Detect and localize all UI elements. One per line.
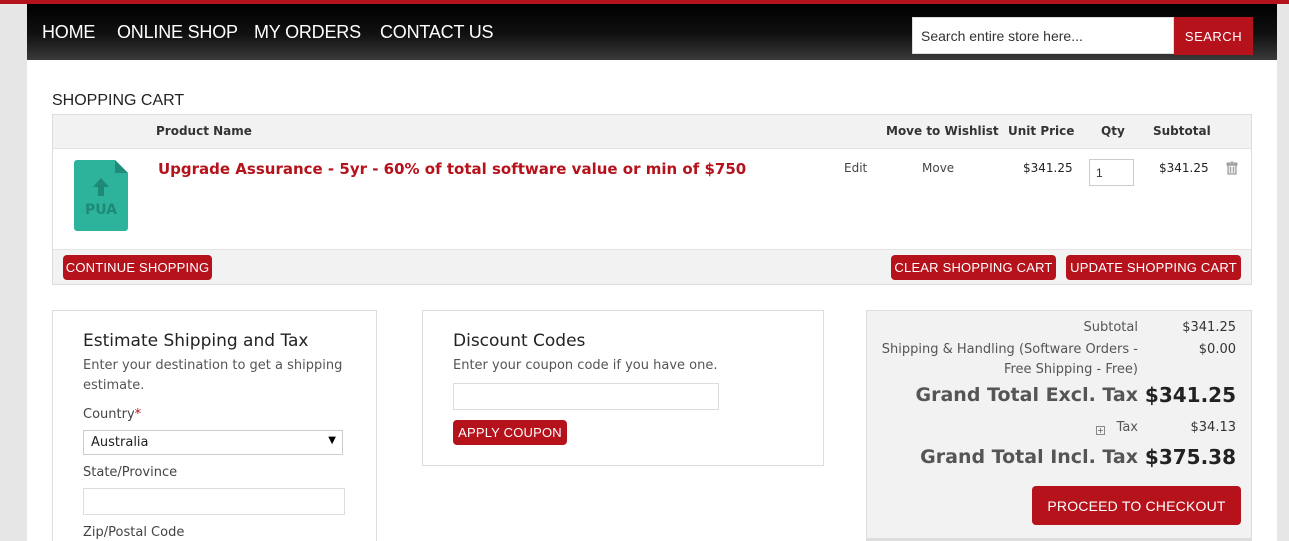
nav-online-shop[interactable]: ONLINE SHOP: [117, 22, 238, 43]
shipping-panel-description: Enter your destination to get a shipping…: [83, 358, 343, 393]
nav-home[interactable]: HOME: [42, 22, 95, 43]
grand-total-incl-value: $375.38: [1144, 445, 1236, 469]
coupon-code-input[interactable]: [453, 383, 719, 410]
nav-my-orders[interactable]: MY ORDERS: [254, 22, 361, 43]
state-input[interactable]: [83, 488, 345, 515]
chevron-down-icon: ▼: [328, 435, 336, 446]
edit-link[interactable]: Edit: [844, 161, 867, 175]
country-select[interactable]: Australia ▼: [83, 430, 343, 455]
search-input[interactable]: [912, 17, 1174, 54]
subtotal-label: Subtotal: [1083, 320, 1138, 335]
clear-cart-button[interactable]: CLEAR SHOPPING CART: [891, 255, 1056, 280]
header-unit-price: Unit Price: [1008, 124, 1075, 138]
cart-table-header: Product Name Move to Wishlist Unit Price…: [53, 115, 1251, 149]
qty-input[interactable]: [1089, 159, 1134, 186]
shipping-label-line1: Shipping & Handling (Software Orders -: [881, 342, 1138, 357]
thumbnail-label: PUA: [84, 202, 118, 218]
expand-plus-icon[interactable]: +: [1096, 426, 1105, 435]
country-select-value: Australia: [91, 435, 149, 450]
top-navigation: HOME ONLINE SHOP MY ORDERS CONTACT US SE…: [27, 4, 1277, 60]
header-move-to-wishlist: Move to Wishlist: [886, 124, 999, 138]
required-mark: *: [134, 407, 142, 422]
zip-label: Zip/Postal Code: [83, 525, 185, 540]
file-icon: [74, 160, 128, 231]
order-totals-panel: Subtotal $341.25 Shipping & Handling (So…: [866, 310, 1252, 541]
shipping-panel-title: Estimate Shipping and Tax: [83, 331, 309, 351]
search-button[interactable]: SEARCH: [1174, 17, 1253, 55]
shipping-value: $0.00: [1198, 342, 1236, 357]
page-title: SHOPPING CART: [52, 92, 185, 109]
grand-total-excl-value: $341.25: [1144, 383, 1236, 407]
grand-total-excl-label: Grand Total Excl. Tax: [915, 384, 1138, 406]
discount-panel-title: Discount Codes: [453, 331, 586, 351]
subtotal-value: $341.25: [1182, 320, 1236, 335]
grand-total-incl-label: Grand Total Incl. Tax: [920, 446, 1138, 468]
product-name-link[interactable]: Upgrade Assurance - 5yr - 60% of total s…: [158, 160, 746, 178]
discount-panel-description: Enter your coupon code if you have one.: [453, 358, 718, 373]
tax-label: Tax: [1116, 420, 1138, 435]
estimate-shipping-panel: Estimate Shipping and Tax Enter your des…: [52, 310, 377, 541]
row-subtotal: $341.25: [1159, 161, 1209, 175]
update-cart-button[interactable]: UPDATE SHOPPING CART: [1066, 255, 1241, 280]
trash-icon[interactable]: [1225, 161, 1239, 175]
country-label: Country*: [83, 407, 141, 422]
cart-table: Product Name Move to Wishlist Unit Price…: [52, 114, 1252, 285]
discount-codes-panel: Discount Codes Enter your coupon code if…: [422, 310, 824, 466]
continue-shopping-button[interactable]: CONTINUE SHOPPING: [63, 255, 212, 280]
state-label: State/Province: [83, 465, 178, 480]
header-subtotal: Subtotal: [1153, 124, 1211, 138]
cart-actions: CONTINUE SHOPPING CLEAR SHOPPING CART UP…: [53, 249, 1251, 284]
country-label-text: Country: [83, 407, 135, 422]
header-product-name: Product Name: [156, 124, 252, 138]
product-thumbnail[interactable]: PUA: [74, 160, 128, 231]
header-qty: Qty: [1101, 124, 1125, 138]
move-to-wishlist-link[interactable]: Move: [922, 161, 954, 175]
page-container: HOME ONLINE SHOP MY ORDERS CONTACT US SE…: [27, 4, 1277, 541]
apply-coupon-button[interactable]: APPLY COUPON: [453, 420, 567, 445]
proceed-to-checkout-button[interactable]: PROCEED TO CHECKOUT: [1032, 486, 1241, 525]
unit-price: $341.25: [1023, 161, 1073, 175]
shipping-label-line2: Free Shipping - Free): [1003, 362, 1138, 377]
tax-value: $34.13: [1190, 420, 1237, 435]
nav-contact-us[interactable]: CONTACT US: [380, 22, 494, 43]
